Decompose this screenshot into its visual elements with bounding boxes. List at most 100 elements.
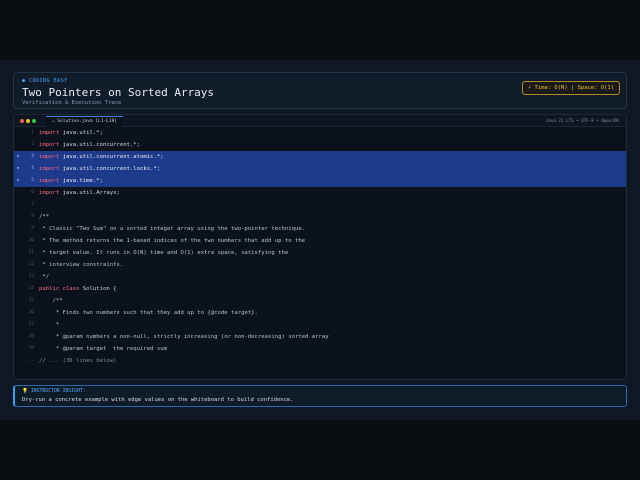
code-rest: Solution { xyxy=(79,286,117,292)
code-rest: java.util.concurrent.locks.*; xyxy=(59,166,161,172)
code-rest: /** xyxy=(39,214,50,220)
code-text: import java.util.concurrent.atomic.*; xyxy=(39,151,164,163)
code-text: import java.util.Arrays; xyxy=(39,187,120,199)
line-number: 8 xyxy=(31,214,34,219)
insight-label: 💡 INSTRUCTOR INSIGHT: xyxy=(22,389,86,394)
minimize-window-dot[interactable] xyxy=(26,119,30,123)
code-rest: // ... (36 lines below) xyxy=(39,358,117,364)
page-subtitle: Verification & Execution Trace xyxy=(22,100,122,106)
editor-tab-bar: ☕ Solution.java [L1-L19] Java 21 LTS • U… xyxy=(14,115,626,127)
line-number: 7 xyxy=(31,202,34,207)
line-number: 9 xyxy=(31,226,34,231)
code-text: * interview constraints. xyxy=(39,259,123,271)
line-number: ... xyxy=(25,358,34,363)
code-line: 1 import java.util.*; xyxy=(14,127,626,139)
difficulty-badge: ● CODING EASY xyxy=(22,78,68,84)
code-text: /** xyxy=(39,211,49,223)
code-text: */ xyxy=(39,271,49,283)
line-number: 17 xyxy=(28,322,34,327)
code-text: import java.util.*; xyxy=(39,127,103,139)
code-rest: * interview constraints. xyxy=(39,262,124,268)
line-number: 15 xyxy=(28,298,34,303)
keyword: import xyxy=(39,130,60,136)
line-number: 18 xyxy=(28,334,34,339)
problem-header: ● CODING EASY Two Pointers on Sorted Arr… xyxy=(13,72,627,109)
code-line: 15 /** xyxy=(14,295,626,307)
line-number: 3 xyxy=(31,154,34,159)
code-lines: 1 import java.util.*; 2 import java.util.co… xyxy=(14,127,626,367)
code-text: * @param target the required sum xyxy=(39,343,167,355)
code-text: * Finds two numbers such that they add u… xyxy=(39,307,258,319)
close-window-dot[interactable] xyxy=(20,119,24,123)
line-number: 4 xyxy=(31,166,34,171)
keyword: public class xyxy=(39,286,80,292)
code-text: import java.util.concurrent.locks.*; xyxy=(39,163,160,175)
code-line: ... // ... (36 lines below) xyxy=(14,355,626,367)
code-text: /** xyxy=(39,295,63,307)
code-rest: java.util.*; xyxy=(59,130,103,136)
code-line: 10 * The method returns the 1-based indi… xyxy=(14,235,626,247)
code-line-highlighted: ▶ 4 import java.util.concurrent.locks.*; xyxy=(14,163,626,175)
code-rest: * Classic "Two Sum" on a sorted integer … xyxy=(39,226,306,232)
code-rest: */ xyxy=(39,274,50,280)
line-number: 19 xyxy=(28,346,34,351)
code-rest: * @param numbers a non-null, strictly in… xyxy=(39,334,329,340)
code-line: 9 * Classic "Two Sum" on a sorted intege… xyxy=(14,223,626,235)
insight-text: Dry-run a concrete example with edge val… xyxy=(22,397,294,403)
complexity-badge: ⚡ Time: O(N) | Space: O(1) xyxy=(521,81,620,95)
keyword: import xyxy=(39,154,60,160)
code-rest: * xyxy=(39,322,60,328)
line-number: 10 xyxy=(28,238,34,243)
code-line: 2 import java.util.concurrent.*; xyxy=(14,139,626,151)
code-rest: java.util.Arrays; xyxy=(59,190,120,196)
code-line: 11 * target value. It runs in O(N) time … xyxy=(14,247,626,259)
maximize-window-dot[interactable] xyxy=(32,119,36,123)
code-line: 16 * Finds two numbers such that they ad… xyxy=(14,307,626,319)
code-line: 19 * @param target the required sum xyxy=(14,343,626,355)
code-rest: java.time.*; xyxy=(59,178,103,184)
code-line: 7 xyxy=(14,199,626,211)
code-rest: * The method returns the 1-based indices… xyxy=(39,238,306,244)
code-rest: /** xyxy=(39,298,63,304)
code-text: * target value. It runs in O(N) time and… xyxy=(39,247,288,259)
code-line: 8 /** xyxy=(14,211,626,223)
keyword: import xyxy=(39,178,60,184)
line-number: 13 xyxy=(28,274,34,279)
code-line: 6 import java.util.Arrays; xyxy=(14,187,626,199)
line-number: 6 xyxy=(31,190,34,195)
letterbox-bottom xyxy=(0,420,640,480)
file-tab[interactable]: ☕ Solution.java [L1-L19] xyxy=(46,116,124,127)
code-line: 17 * xyxy=(14,319,626,331)
environment-info: Java 21 LTS • UTF-8 • OpenJDK xyxy=(545,118,619,123)
code-rest: * @param target the required sum xyxy=(39,346,167,352)
code-line: 14 public class Solution { xyxy=(14,283,626,295)
line-number: 1 xyxy=(31,130,34,135)
code-text: import java.util.concurrent.*; xyxy=(39,139,140,151)
page-title: Two Pointers on Sorted Arrays xyxy=(22,86,215,99)
code-editor: ☕ Solution.java [L1-L19] Java 21 LTS • U… xyxy=(13,114,627,380)
line-number: 5 xyxy=(31,178,34,183)
code-rest: * target value. It runs in O(N) time and… xyxy=(39,250,289,256)
code-text: * Classic "Two Sum" on a sorted integer … xyxy=(39,223,305,235)
code-text: * xyxy=(39,319,59,331)
letterbox-top xyxy=(0,0,640,60)
code-rest: * Finds two numbers such that they add u… xyxy=(39,310,258,316)
code-text: * @param numbers a non-null, strictly in… xyxy=(39,331,329,343)
code-line: 12 * interview constraints. xyxy=(14,259,626,271)
code-line-highlighted: ▶ 3 import java.util.concurrent.atomic.*; xyxy=(14,151,626,163)
code-rest: java.util.concurrent.*; xyxy=(59,142,141,148)
line-number: 16 xyxy=(28,310,34,315)
code-line-highlighted: ▶ 5 import java.time.*; xyxy=(14,175,626,187)
keyword: import xyxy=(39,190,60,196)
keyword: import xyxy=(39,142,60,148)
line-number: 14 xyxy=(28,286,34,291)
instructor-insight: 💡 INSTRUCTOR INSIGHT: Dry-run a concrete… xyxy=(13,385,627,407)
code-text: public class Solution { xyxy=(39,283,116,295)
code-text: * The method returns the 1-based indices… xyxy=(39,235,305,247)
code-text: import java.time.*; xyxy=(39,175,103,187)
code-line: 18 * @param numbers a non-null, strictly… xyxy=(14,331,626,343)
line-number: 2 xyxy=(31,142,34,147)
code-rest: java.util.concurrent.atomic.*; xyxy=(59,154,164,160)
code-line: 13 */ xyxy=(14,271,626,283)
code-text: // ... (36 lines below) xyxy=(39,355,116,367)
